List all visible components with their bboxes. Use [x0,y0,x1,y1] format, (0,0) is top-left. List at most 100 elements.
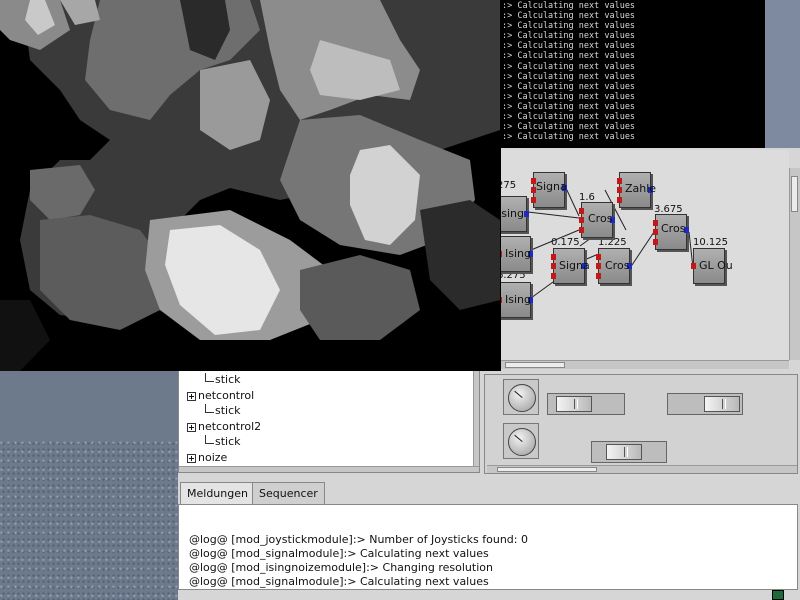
tree-connector [205,373,214,382]
node-label: Ising [498,207,524,220]
node-label: Ising [505,247,531,260]
node-input-port[interactable] [596,263,601,269]
tree-item[interactable]: netcontrol [187,389,254,402]
connection-line [564,185,580,217]
patch-node-signal[interactable]: Signa [531,172,567,208]
patch-node-cross[interactable]: Cros [653,214,689,250]
node-value-label: 10.125 [693,237,728,248]
slider-thumb[interactable] [556,396,592,412]
node-input-port[interactable] [551,254,556,260]
tree-item[interactable]: stick [205,373,241,386]
node-input-port[interactable] [653,220,658,226]
slider-thumb[interactable] [704,396,740,412]
node-input-port[interactable] [551,263,556,269]
node-input-port[interactable] [617,197,622,203]
scrollbar-thumb[interactable] [505,362,565,368]
node-label: Cros [661,222,686,235]
module-tree: stick netcontrol stick netcontrol2 stick… [178,370,480,473]
tab-sequencer[interactable]: Sequencer [252,482,325,504]
slider-thumb[interactable] [606,444,642,460]
patch-canvas[interactable]: 275 1.6 3.675 5.6 0.175 1.225 10.125 6.2… [495,150,789,360]
terminal-side-area [765,0,800,150]
rotary-knob[interactable] [503,379,539,415]
expand-icon[interactable] [187,422,196,432]
terminal-line: :> Calculating next values [502,122,636,133]
node-input-port[interactable] [596,254,601,260]
tree-item[interactable]: stick [205,404,241,417]
patch-node-cross[interactable]: Cros [596,248,632,284]
terminal-line: :> Calculating next values [502,41,636,52]
node-input-port[interactable] [653,239,658,245]
log-line: @log@ [mod_isingnoizemodule]:> Changing … [189,561,493,574]
node-input-port[interactable] [653,229,658,235]
log-line: @log@ [mod_joystickmodule]:> Number of J… [189,533,528,546]
node-input-port[interactable] [551,273,556,279]
terminal-line: :> Calculating next values [502,1,636,11]
scrollbar-thumb[interactable] [791,176,798,212]
node-input-port[interactable] [579,208,584,214]
horizontal-slider[interactable] [547,393,625,415]
connection-line [629,231,655,269]
tree-item-label: stick [215,373,241,386]
node-label: Zahle [625,182,657,195]
rotary-knob[interactable] [503,423,539,459]
tree-horizontal-scrollbar[interactable] [179,466,479,472]
connection-line [527,211,580,219]
status-indicator-icon [772,590,784,600]
node-label: GL Ou [699,259,733,272]
node-label: Ising [505,293,531,306]
terminal-line: :> Calculating next values [502,61,636,72]
terminal-line: :> Calculating next values [502,101,636,112]
patch-horizontal-scrollbar[interactable] [495,360,789,369]
horizontal-slider[interactable] [667,393,743,415]
node-input-port[interactable] [617,187,622,193]
patch-node-ising[interactable]: Ising [497,236,533,272]
terminal-line: :> Calculating next values [502,132,636,143]
node-input-port[interactable] [691,263,696,269]
tree-item-label: stick [215,435,241,448]
terminal-line: :> Calculating next values [502,51,636,62]
expand-icon[interactable] [187,391,196,401]
node-label: Cros [605,259,630,272]
patch-node-zahl[interactable]: Zahle [617,172,656,208]
patch-node-cross[interactable]: Cros [579,202,615,238]
expand-icon[interactable] [187,453,196,463]
tree-item-label: netcontrol2 [198,420,262,433]
patch-node-signal[interactable]: Signa [551,248,590,284]
log-line: @log@ [mod_signalmodule]:> Calculating n… [189,575,489,588]
terminal-line: :> Calculating next values [502,81,636,92]
scrollbar-thumb[interactable] [497,467,597,472]
node-label: Signa [536,180,567,193]
knob-dial-icon [508,384,536,412]
tree-item[interactable]: noize [187,451,227,464]
terminal-line: :> Calculating next values [502,71,636,82]
tree-item-label: noize [198,451,228,464]
log-line: @log@ [mod_signalmodule]:> Calculating n… [189,547,489,560]
node-input-port[interactable] [531,197,536,203]
tree-item[interactable]: netcontrol2 [187,420,261,433]
horizontal-slider[interactable] [591,441,667,463]
tree-item[interactable]: stick [205,435,241,448]
node-input-port[interactable] [617,178,622,184]
terminal-line: :> Calculating next values [502,11,636,22]
node-label: Cros [588,212,613,225]
status-bar [178,590,800,600]
patch-node-ising[interactable]: Ising [497,282,533,318]
patch-node-gl-output[interactable]: GL Ou [691,248,733,284]
render-canvas [0,0,501,371]
terminal-window: :> Calculating next values :> Calculatin… [500,0,765,150]
patch-vertical-scrollbar[interactable] [789,168,800,360]
desktop-background [0,440,180,600]
connection-line [530,281,554,299]
terminal-line: :> Calculating next values [502,31,636,42]
node-value-label: 0.175 [551,237,580,248]
node-output-port[interactable] [524,211,529,217]
controls-horizontal-scrollbar[interactable] [487,465,797,473]
node-input-port[interactable] [579,227,584,233]
log-output: @log@ [mod_joystickmodule]:> Number of J… [178,504,798,590]
tree-item-label: netcontrol [198,389,255,402]
node-input-port[interactable] [596,273,601,279]
tab-messages[interactable]: Meldungen [180,482,255,505]
node-input-port[interactable] [579,217,584,223]
tree-vertical-scrollbar[interactable] [473,371,479,466]
